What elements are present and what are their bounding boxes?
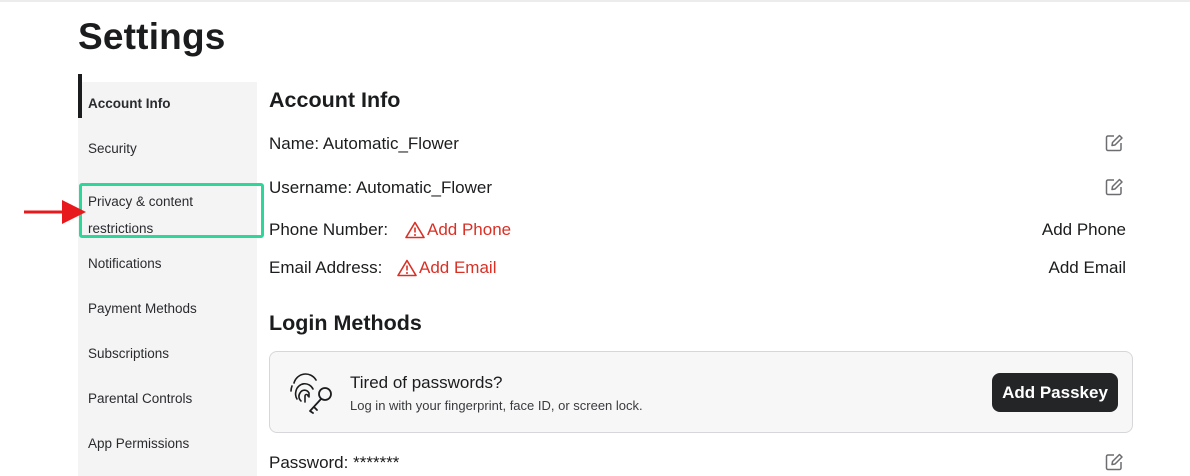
red-arrow-icon bbox=[24, 200, 86, 224]
settings-sidebar: Account Info Security Privacy & content … bbox=[78, 74, 257, 476]
sidebar-item-label: Subscriptions bbox=[88, 346, 170, 361]
username-label: Username: bbox=[269, 178, 353, 197]
passkey-card: Tired of passwords? Log in with your fin… bbox=[269, 351, 1133, 433]
sidebar-item-subscriptions[interactable]: Subscriptions bbox=[78, 346, 257, 361]
passkey-subtitle: Log in with your fingerprint, face ID, o… bbox=[350, 398, 643, 413]
sidebar-item-app-permissions[interactable]: App Permissions bbox=[78, 436, 257, 451]
email-warning-text: Add Email bbox=[419, 258, 497, 277]
sidebar-item-label: App Permissions bbox=[88, 436, 190, 451]
sidebar-item-label: Parental Controls bbox=[88, 391, 193, 406]
sidebar-item-payment-methods[interactable]: Payment Methods bbox=[78, 301, 257, 316]
name-row: Name: Automatic_Flower bbox=[269, 134, 1129, 164]
sidebar-item-notifications[interactable]: Notifications bbox=[78, 256, 257, 271]
sidebar-item-label: Account Info bbox=[88, 96, 171, 111]
phone-row: Phone Number: Add Phone Add Phone bbox=[269, 220, 1129, 250]
username-value: Automatic_Flower bbox=[355, 178, 492, 197]
warning-triangle-icon bbox=[405, 221, 425, 239]
fingerprint-key-icon bbox=[290, 373, 332, 414]
sidebar-item-label: Notifications bbox=[88, 256, 162, 271]
email-row: Email Address: Add Email Add Email bbox=[269, 258, 1129, 288]
name-value: Automatic_Flower bbox=[322, 134, 459, 153]
email-label: Email Address: bbox=[269, 258, 383, 277]
page-title: Settings bbox=[78, 16, 226, 57]
name-label: Name: bbox=[269, 134, 320, 153]
edit-icon[interactable] bbox=[1104, 133, 1124, 153]
sidebar-item-account-info[interactable]: Account Info bbox=[78, 74, 257, 118]
passkey-title: Tired of passwords? bbox=[350, 373, 503, 392]
email-warning[interactable]: Add Email bbox=[397, 258, 496, 278]
sidebar-item-label: Payment Methods bbox=[88, 301, 197, 316]
sidebar-item-security[interactable]: Security bbox=[78, 141, 257, 156]
password-text: Password: ******* bbox=[269, 453, 399, 473]
account-info-title: Account Info bbox=[269, 88, 401, 112]
phone-warning[interactable]: Add Phone bbox=[405, 220, 511, 240]
name-text: Name: Automatic_Flower bbox=[269, 134, 459, 154]
add-phone-button[interactable]: Add Phone bbox=[1042, 220, 1126, 240]
warning-triangle-icon bbox=[397, 259, 417, 277]
highlight-box bbox=[79, 183, 264, 238]
password-value: ******* bbox=[353, 453, 400, 472]
username-row: Username: Automatic_Flower bbox=[269, 178, 1129, 208]
phone-warning-text: Add Phone bbox=[427, 220, 512, 239]
sidebar-item-label: Security bbox=[88, 141, 137, 156]
edit-icon[interactable] bbox=[1104, 177, 1124, 197]
top-divider bbox=[0, 0, 1190, 2]
phone-label: Phone Number: bbox=[269, 220, 389, 239]
edit-icon[interactable] bbox=[1104, 452, 1124, 472]
login-methods-title: Login Methods bbox=[269, 311, 422, 335]
add-passkey-button[interactable]: Add Passkey bbox=[992, 373, 1118, 412]
password-row: Password: ******* bbox=[269, 453, 1129, 476]
password-label: Password: bbox=[269, 453, 349, 472]
username-text: Username: Automatic_Flower bbox=[269, 178, 492, 198]
add-email-button[interactable]: Add Email bbox=[1049, 258, 1126, 278]
sidebar-item-parental-controls[interactable]: Parental Controls bbox=[78, 391, 257, 406]
